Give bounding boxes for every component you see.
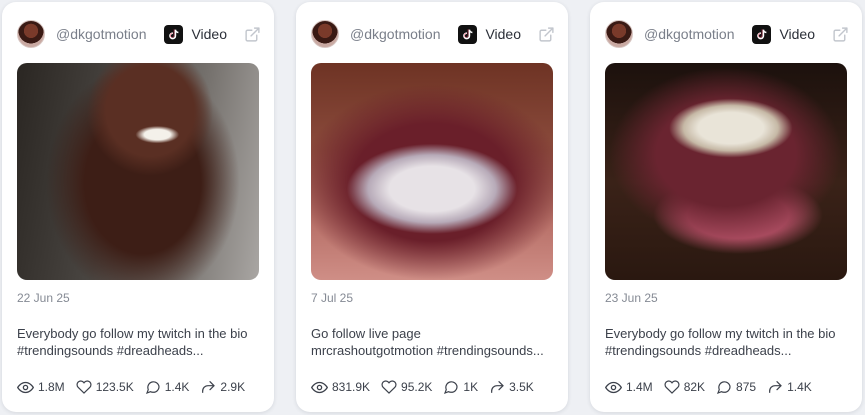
eye-icon	[605, 381, 622, 393]
video-thumbnail[interactable]	[311, 63, 553, 280]
platform-label: Video	[779, 26, 815, 42]
platform-label: Video	[191, 26, 227, 42]
post-date: 22 Jun 25	[17, 291, 70, 305]
heart-icon	[664, 380, 680, 394]
likes-stat: 95.2K	[381, 379, 432, 395]
views-stat: 1.4M	[605, 379, 653, 396]
post-date: 7 Jul 25	[311, 291, 354, 305]
stats-row: 1.4M 82K 875 1.4K	[605, 378, 823, 396]
platform-badge: Video	[458, 24, 521, 44]
comments-stat: 1.4K	[145, 379, 190, 395]
creator-handle[interactable]: @dkgotmotion	[644, 26, 752, 42]
card-header: @dkgotmotion Video	[17, 19, 261, 49]
caption-line: Everybody go follow my twitch in the bio	[17, 326, 248, 341]
platform-badge: Video	[164, 24, 227, 44]
views-count: 1.8M	[38, 380, 65, 394]
comment-icon	[444, 381, 459, 395]
likes-stat: 82K	[664, 379, 705, 395]
card-header: @dkgotmotion Video	[311, 19, 555, 49]
tiktok-icon	[164, 24, 184, 44]
comment-icon	[717, 381, 731, 395]
caption-line: #trendingsounds #dreadheads...	[605, 343, 792, 358]
comments-count: 875	[736, 380, 757, 394]
avatar[interactable]	[311, 20, 339, 48]
video-caption: Go follow live page mrcrashoutgotmotion …	[311, 325, 553, 359]
stats-row: 831.9K 95.2K 1K 3.5K	[311, 378, 545, 396]
shares-stat: 3.5K	[489, 379, 534, 395]
share-icon	[769, 381, 782, 393]
platform-badge: Video	[752, 24, 815, 44]
video-card[interactable]: @dkgotmotion Video 7 Jul 25 Go follow li…	[296, 2, 568, 412]
likes-count: 123.5K	[95, 380, 134, 394]
likes-count: 95.2K	[401, 380, 433, 394]
video-caption: Everybody go follow my twitch in the bio…	[17, 325, 259, 359]
creator-handle[interactable]: @dkgotmotion	[56, 26, 164, 42]
external-link-icon[interactable]	[831, 25, 849, 43]
shares-stat: 2.9K	[200, 379, 245, 395]
comment-icon	[145, 381, 160, 395]
avatar[interactable]	[605, 20, 633, 48]
views-stat: 1.8M	[17, 379, 65, 396]
tiktok-icon	[752, 24, 772, 44]
tiktok-icon	[458, 24, 478, 44]
card-header: @dkgotmotion Video	[605, 19, 849, 49]
comments-count: 1.4K	[164, 380, 190, 394]
platform-label: Video	[485, 26, 521, 42]
video-card[interactable]: @dkgotmotion Video 22 Jun 25 Everybody g…	[2, 2, 274, 412]
shares-stat: 1.4K	[767, 379, 812, 395]
share-icon	[491, 381, 504, 393]
likes-stat: 123.5K	[76, 379, 134, 395]
comments-stat: 875	[716, 379, 756, 395]
eye-icon	[17, 381, 34, 393]
caption-line: mrcrashoutgotmotion #trendingsounds...	[311, 343, 544, 358]
shares-count: 2.9K	[220, 380, 246, 394]
video-caption: Everybody go follow my twitch in the bio…	[605, 325, 847, 359]
external-link-icon[interactable]	[537, 25, 555, 43]
eye-icon	[311, 381, 328, 393]
caption-line: Everybody go follow my twitch in the bio	[605, 326, 836, 341]
likes-count: 82K	[683, 380, 706, 394]
share-icon	[202, 381, 216, 393]
shares-count: 3.5K	[509, 380, 534, 394]
caption-line: Go follow live page	[311, 326, 421, 341]
shares-count: 1.4K	[787, 380, 812, 394]
comments-stat: 1K	[443, 379, 478, 395]
video-thumbnail[interactable]	[17, 63, 259, 280]
avatar[interactable]	[17, 20, 45, 48]
creator-handle[interactable]: @dkgotmotion	[350, 26, 458, 42]
views-count: 1.4M	[626, 380, 653, 394]
post-date: 23 Jun 25	[605, 291, 658, 305]
heart-icon	[381, 380, 397, 394]
comments-count: 1K	[463, 380, 479, 394]
caption-line: #trendingsounds #dreadheads...	[17, 343, 204, 358]
views-count: 831.9K	[332, 380, 371, 394]
views-stat: 831.9K	[311, 379, 370, 396]
video-thumbnail[interactable]	[605, 63, 847, 280]
stats-row: 1.8M 123.5K 1.4K 2.9K	[17, 378, 256, 396]
video-card[interactable]: @dkgotmotion Video 23 Jun 25 Everybody g…	[590, 2, 862, 412]
heart-icon	[76, 380, 92, 394]
external-link-icon[interactable]	[243, 25, 261, 43]
